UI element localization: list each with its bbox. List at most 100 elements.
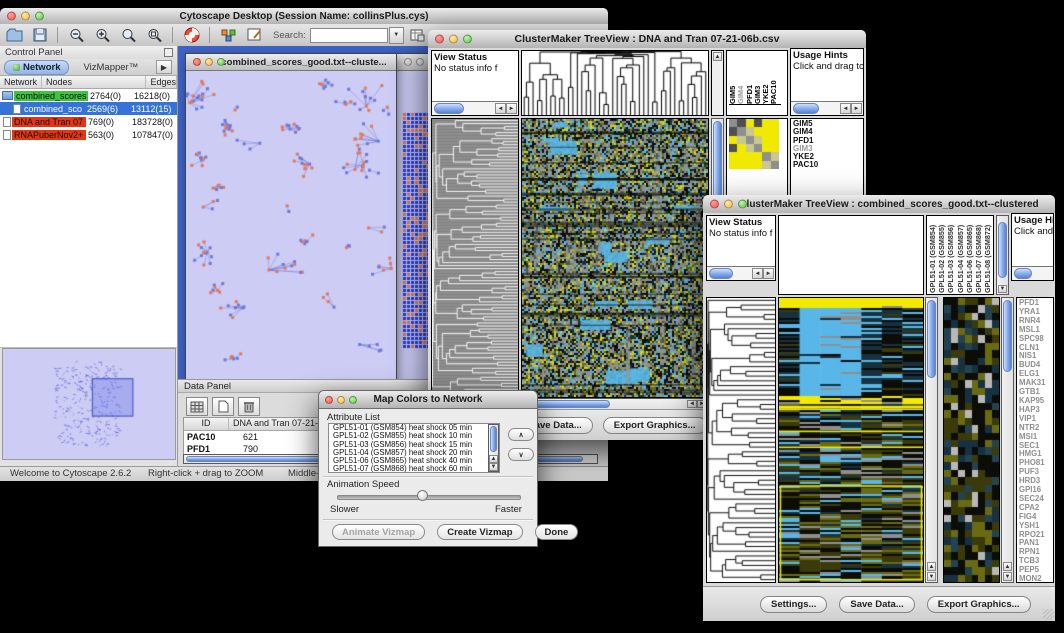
scroll-left-icon[interactable]: ◄ bbox=[752, 268, 763, 279]
resize-grip[interactable] bbox=[1043, 609, 1054, 620]
scrollbar-thumb[interactable] bbox=[998, 222, 1007, 278]
scrollbar-thumb[interactable] bbox=[490, 426, 497, 452]
column-label[interactable]: PFD1 bbox=[746, 52, 754, 104]
minimize-button[interactable] bbox=[449, 35, 458, 44]
usage-hints-scrollbar[interactable] bbox=[1012, 266, 1053, 280]
column-dendrogram-pane[interactable] bbox=[778, 215, 924, 295]
zoom-fit-icon[interactable] bbox=[143, 26, 167, 44]
scroll-up-icon[interactable]: ▲ bbox=[489, 455, 498, 463]
column-label[interactable]: GPL51-06 (GSM865) bbox=[966, 217, 975, 293]
labels-vscrollbar[interactable]: ▼ bbox=[996, 215, 1009, 295]
treeview1-titlebar[interactable]: ClusterMaker TreeView : DNA and Tran 07-… bbox=[428, 30, 866, 49]
heatmap-vscrollbar[interactable]: ▲ ▼ bbox=[925, 297, 938, 583]
scrollbar-thumb[interactable] bbox=[1003, 300, 1012, 372]
zoom-button[interactable] bbox=[463, 35, 472, 44]
network-window1-titlebar[interactable]: combined_scores_good.txt--cluste... bbox=[186, 54, 396, 71]
column-label[interactable]: GPL51-03 (GSM856) bbox=[947, 217, 956, 293]
network-table-row[interactable]: combined_sco 2569(6) 13112(15) bbox=[0, 102, 177, 115]
dialog-action-button[interactable]: Animate Vizmap bbox=[332, 524, 425, 540]
modify-network-icon[interactable] bbox=[217, 26, 241, 44]
dialog-titlebar[interactable]: Map Colors to Network bbox=[319, 391, 537, 409]
treeview-action-button[interactable]: Export Graphics... bbox=[603, 417, 707, 434]
minimize-button[interactable] bbox=[337, 396, 345, 404]
zoom-selected-icon[interactable] bbox=[117, 26, 141, 44]
network-table-row[interactable]: RNAPuberNov2+ 563(0) 107847(0) bbox=[0, 128, 177, 141]
gene-label[interactable]: MON2 bbox=[1019, 575, 1053, 583]
zoom-vscrollbar[interactable]: ▲ ▼ bbox=[1001, 297, 1014, 583]
float-panel-icon[interactable] bbox=[164, 48, 173, 57]
column-label[interactable]: GPL51-01 (GSM854) bbox=[929, 217, 938, 293]
search-input[interactable] bbox=[310, 28, 388, 43]
dialog-action-button[interactable]: Create Vizmap bbox=[437, 524, 522, 540]
column-label[interactable]: GPL51-07 (GSM868) bbox=[975, 217, 984, 293]
column-header[interactable]: Nodes bbox=[42, 76, 146, 88]
row-dendrogram-canvas[interactable] bbox=[432, 119, 518, 397]
network-table-row[interactable]: DNA and Tran 07 769(0) 183728(0) bbox=[0, 115, 177, 128]
column-label[interactable]: PAC10 bbox=[770, 52, 778, 104]
column-label[interactable]: GIM3 bbox=[754, 52, 762, 104]
column-label[interactable]: GIM4 bbox=[737, 52, 745, 104]
column-label[interactable]: GPL51-02 (GSM855) bbox=[938, 217, 947, 293]
scroll-down-icon[interactable]: ▼ bbox=[489, 463, 498, 471]
minimize-button[interactable] bbox=[205, 58, 213, 66]
close-button[interactable] bbox=[193, 58, 201, 66]
zoom-button[interactable] bbox=[738, 200, 747, 209]
column-dendrogram-pane[interactable] bbox=[521, 50, 709, 116]
scroll-left-icon[interactable]: ◄ bbox=[687, 400, 697, 408]
search-options-icon[interactable] bbox=[406, 26, 430, 44]
zoom-button[interactable] bbox=[349, 396, 357, 404]
search-dropdown-arrow[interactable]: ▼ bbox=[389, 27, 404, 44]
network-table-row[interactable]: combined_scores 2764(0) 16218(0) bbox=[0, 89, 177, 102]
scrollbar-thumb[interactable] bbox=[434, 103, 464, 114]
treeview-action-button[interactable]: Save Data... bbox=[839, 596, 914, 613]
scrollbar-thumb[interactable] bbox=[709, 268, 733, 279]
zoom-heatmap-pane[interactable] bbox=[943, 297, 1000, 583]
column-label[interactable]: GPL51-08 (GSM872) bbox=[984, 217, 992, 293]
close-button[interactable] bbox=[325, 396, 333, 404]
scrollbar-thumb[interactable] bbox=[927, 300, 936, 378]
attribute-list-item[interactable]: GPL51-07 (GSM868) heat shock 60 min bbox=[331, 465, 488, 473]
open-folder-icon[interactable] bbox=[2, 26, 26, 44]
similarity-matrix-canvas[interactable] bbox=[729, 119, 779, 169]
zoom-out-icon[interactable] bbox=[65, 26, 89, 44]
column-header[interactable]: Network bbox=[0, 76, 42, 88]
save-icon[interactable] bbox=[28, 26, 52, 44]
tab-network[interactable]: Network bbox=[4, 60, 69, 75]
help-ring-icon[interactable] bbox=[180, 26, 204, 44]
scrollbar-thumb[interactable] bbox=[793, 103, 819, 114]
zoom-in-icon[interactable] bbox=[91, 26, 115, 44]
scroll-left-icon[interactable]: ◄ bbox=[840, 103, 851, 114]
scroll-down-icon[interactable]: ▼ bbox=[927, 572, 936, 581]
animation-speed-slider[interactable] bbox=[337, 495, 521, 500]
main-titlebar[interactable]: Cytoscape Desktop (Session Name: collins… bbox=[0, 8, 608, 25]
attribute-list[interactable]: GPL51-01 (GSM854) heat shock 05 minGPL51… bbox=[328, 423, 500, 473]
view-status-scrollbar[interactable]: ◄ ► bbox=[707, 266, 775, 280]
minimize-button[interactable] bbox=[724, 200, 733, 209]
treeview-action-button[interactable]: Export Graphics... bbox=[927, 596, 1031, 613]
scroll-right-icon[interactable]: ► bbox=[763, 268, 774, 279]
heatmap-pane[interactable] bbox=[521, 118, 709, 398]
scroll-right-icon[interactable]: ► bbox=[851, 103, 862, 114]
zoom-button[interactable] bbox=[217, 58, 225, 66]
close-button[interactable] bbox=[7, 12, 16, 21]
heatmap-canvas[interactable] bbox=[779, 298, 923, 582]
column-dendrogram-canvas[interactable] bbox=[522, 51, 708, 115]
zoom-button[interactable] bbox=[35, 12, 44, 21]
zoom-heatmap-canvas[interactable] bbox=[944, 298, 999, 582]
annotation-icon[interactable] bbox=[243, 26, 267, 44]
scroll-up-icon[interactable]: ▲ bbox=[927, 562, 936, 571]
slider-thumb[interactable] bbox=[417, 490, 428, 501]
scrollbar-thumb[interactable] bbox=[1014, 268, 1032, 279]
move-down-button[interactable]: ∨ bbox=[508, 448, 534, 461]
heatmap-canvas[interactable] bbox=[522, 119, 708, 397]
row-dendrogram-pane[interactable] bbox=[706, 297, 776, 583]
scroll-up-icon[interactable]: ▲ bbox=[713, 52, 722, 61]
close-button[interactable] bbox=[435, 35, 444, 44]
row-dendrogram-canvas[interactable] bbox=[707, 298, 775, 582]
view-status-scrollbar[interactable]: ◄ ► bbox=[432, 101, 518, 115]
minimize-button[interactable] bbox=[416, 58, 424, 66]
scroll-right-icon[interactable]: ► bbox=[506, 103, 517, 114]
row-dendrogram-pane[interactable] bbox=[431, 118, 519, 398]
treeview2-titlebar[interactable]: ClusterMaker TreeView : combined_scores_… bbox=[703, 195, 1055, 214]
birdseye-view[interactable] bbox=[2, 348, 176, 460]
